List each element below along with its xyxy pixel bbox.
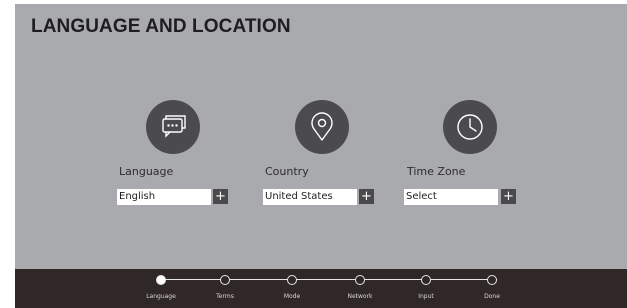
clock-icon [443,100,497,154]
country-select[interactable]: United States [263,189,357,205]
step-label-input: Input [418,293,434,300]
step-label-network: Network [347,293,373,300]
language-label: Language [119,165,174,178]
step-label-mode: Mode [283,293,301,300]
step-label-done: Done [484,293,500,300]
country-label: Country [265,165,309,178]
step-dot-mode[interactable] [287,275,297,285]
setup-progress-bar: Language Terms Mode Network Input Done [15,269,627,308]
step-dot-done[interactable] [487,275,497,285]
step-label-language: Language [146,293,176,300]
setup-panel: LANGUAGE AND LOCATION Language English +… [15,4,627,269]
language-add-button[interactable]: + [213,189,228,204]
country-add-button[interactable]: + [359,189,374,204]
step-dot-terms[interactable] [220,275,230,285]
page-title: LANGUAGE AND LOCATION [31,16,291,37]
step-dot-network[interactable] [355,275,365,285]
time-zone-label: Time Zone [407,165,466,178]
time-zone-select[interactable]: Select [404,189,498,205]
progress-track [161,279,497,280]
step-dot-input[interactable] [421,275,431,285]
step-dot-language[interactable] [156,275,166,285]
chat-bubbles-icon [146,100,200,154]
step-label-terms: Terms [216,293,234,300]
location-pin-icon [295,100,349,154]
time-zone-add-button[interactable]: + [501,189,516,204]
language-select[interactable]: English [117,189,211,205]
